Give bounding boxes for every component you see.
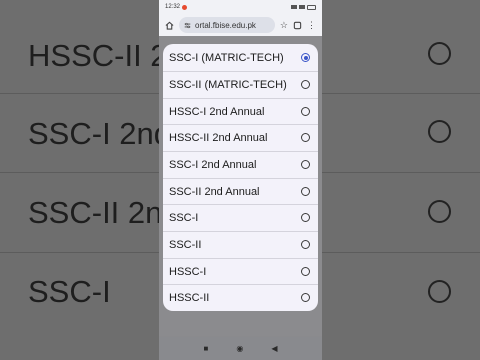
tabs-icon[interactable] (293, 21, 302, 30)
background-row-label: SSC-I (28, 274, 111, 309)
bookmark-star-icon[interactable]: ☆ (280, 20, 288, 31)
option-label: HSSC-II (169, 291, 210, 304)
option-label: HSSC-I 2nd Annual (169, 105, 265, 118)
back-icon[interactable]: ◀ (271, 344, 277, 353)
background-row-label: SSC-II 2n (28, 195, 163, 230)
dropdown-option[interactable]: HSSC-I 2nd Annual (163, 98, 318, 125)
background-row-label: SSC-I 2nd (28, 116, 172, 151)
radio-icon[interactable] (301, 267, 310, 276)
signal-icon (291, 5, 297, 9)
battery-icon (307, 4, 316, 10)
option-label: SSC-II 2nd Annual (169, 185, 260, 198)
option-label: HSSC-II 2nd Annual (169, 131, 268, 144)
recents-icon[interactable]: ■ (204, 344, 209, 353)
more-menu-icon[interactable]: ⋮ (307, 20, 316, 31)
home-icon[interactable] (165, 21, 174, 30)
dropdown-option[interactable]: SSC-I (163, 204, 318, 231)
dropdown-option[interactable]: SSC-II (163, 231, 318, 258)
site-settings-icon[interactable] (184, 22, 191, 29)
background-row-label: HSSC-II 2 (28, 38, 168, 73)
status-indicators (291, 4, 316, 10)
dropdown-option[interactable]: HSSC-II (163, 284, 318, 311)
option-label: SSC-II (MATRIC-TECH) (169, 78, 287, 91)
browser-toolbar: ortal.fbise.edu.pk ☆ ⋮ (159, 14, 322, 36)
dropdown-option[interactable]: SSC-I 2nd Annual (163, 151, 318, 178)
notification-icon (182, 4, 188, 10)
dropdown-option[interactable]: HSSC-II 2nd Annual (163, 124, 318, 151)
option-label: SSC-I (MATRIC-TECH) (169, 51, 284, 64)
status-bar: 12:32 (159, 0, 322, 14)
option-label: SSC-II (169, 238, 202, 251)
radio-icon[interactable] (301, 240, 310, 249)
option-label: SSC-I 2nd Annual (169, 158, 257, 171)
home-button-icon[interactable]: ◉ (236, 344, 243, 353)
background-radio (428, 200, 451, 223)
address-bar[interactable]: ortal.fbise.edu.pk (179, 17, 275, 33)
url-text: ortal.fbise.edu.pk (195, 20, 256, 30)
radio-icon[interactable] (301, 160, 310, 169)
exam-select-dropdown: SSC-I (MATRIC-TECH) SSC-II (MATRIC-TECH)… (163, 44, 318, 311)
option-label: SSC-I (169, 211, 199, 224)
radio-icon[interactable] (301, 293, 310, 302)
background-radio (428, 120, 451, 143)
radio-selected-icon[interactable] (301, 53, 310, 62)
wifi-icon (299, 5, 305, 9)
background-radio (428, 280, 451, 303)
radio-icon[interactable] (301, 213, 310, 222)
dropdown-option[interactable]: HSSC-I (163, 258, 318, 285)
option-label: HSSC-I (169, 265, 207, 278)
dropdown-option[interactable]: SSC-I (MATRIC-TECH) (163, 44, 318, 71)
dropdown-option[interactable]: SSC-II 2nd Annual (163, 178, 318, 205)
radio-icon[interactable] (301, 80, 310, 89)
background-radio (428, 42, 451, 65)
radio-icon[interactable] (301, 107, 310, 116)
dropdown-option[interactable]: SSC-II (MATRIC-TECH) (163, 71, 318, 98)
system-nav-bar: ■ ◉ ◀ (159, 337, 322, 360)
status-time: 12:32 (165, 4, 181, 10)
radio-icon[interactable] (301, 133, 310, 142)
radio-icon[interactable] (301, 187, 310, 196)
